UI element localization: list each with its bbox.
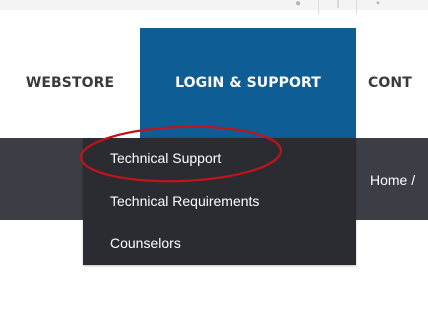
social-separator bbox=[318, 0, 319, 14]
nav-item-webstore[interactable]: WEBSTORE bbox=[0, 28, 140, 138]
dropdown-item-technical-requirements[interactable]: Technical Requirements bbox=[110, 193, 259, 209]
top-strip: ● | ▪ bbox=[0, 0, 428, 28]
main-navigation: WEBSTORE LOGIN & SUPPORT CONT bbox=[0, 28, 428, 138]
google-plus-icon[interactable]: ● bbox=[292, 0, 304, 9]
facebook-icon[interactable]: | bbox=[332, 0, 344, 9]
nav-item-login-support[interactable]: LOGIN & SUPPORT bbox=[140, 28, 356, 138]
top-strip-shade bbox=[0, 0, 428, 10]
social-separator bbox=[356, 0, 357, 14]
login-support-dropdown-menu: Technical Support Technical Requirements… bbox=[83, 138, 356, 265]
dropdown-item-counselors[interactable]: Counselors bbox=[110, 235, 181, 251]
linkedin-icon[interactable]: ▪ bbox=[372, 0, 384, 9]
dropdown-item-technical-support[interactable]: Technical Support bbox=[110, 150, 221, 166]
breadcrumb[interactable]: Home / bbox=[370, 172, 415, 188]
nav-item-contact[interactable]: CONT bbox=[368, 28, 428, 138]
